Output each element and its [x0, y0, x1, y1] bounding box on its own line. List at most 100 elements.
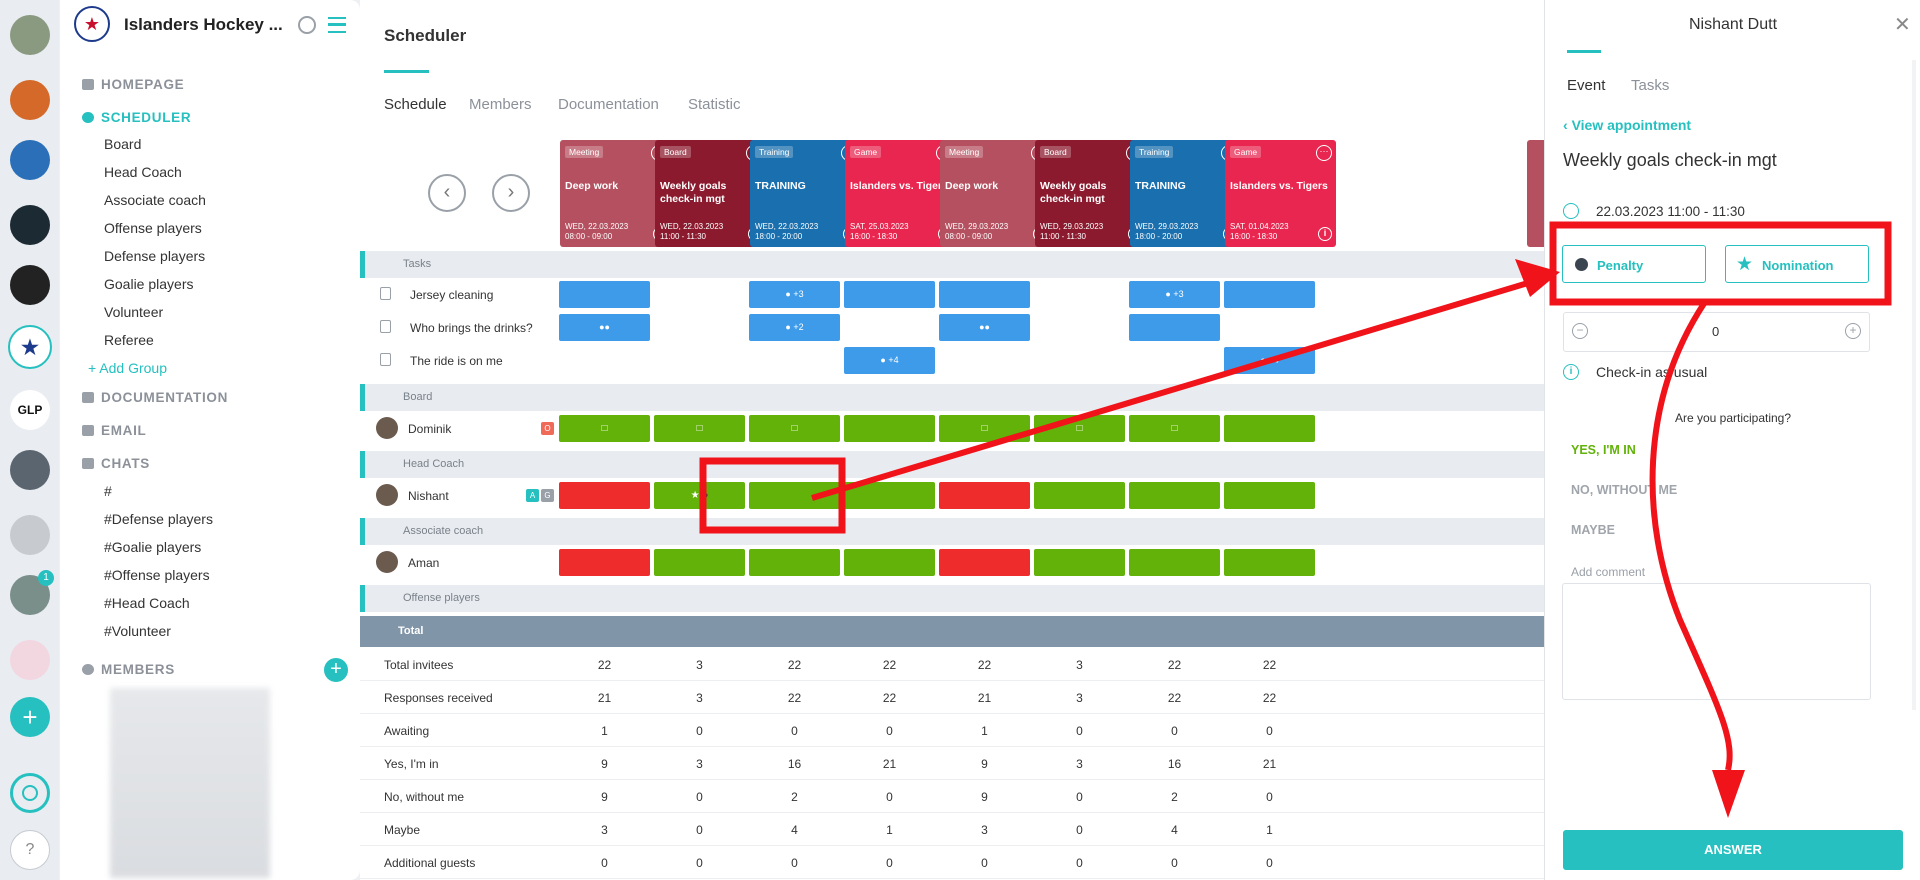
tab-tasks[interactable]: Tasks	[1631, 77, 1669, 94]
availability-cell[interactable]	[559, 549, 650, 576]
workspace-avatar[interactable]	[10, 205, 50, 245]
next-week-button[interactable]: ›	[492, 174, 530, 212]
gear-icon[interactable]	[298, 16, 316, 34]
tab-documentation[interactable]: Documentation	[558, 96, 659, 113]
guests-stepper[interactable]: − 0 +	[1563, 312, 1870, 352]
nav-homepage[interactable]: HOMEPAGE	[82, 77, 184, 92]
workspace-avatar[interactable]	[10, 265, 50, 305]
group-head-coach[interactable]: Head Coach	[104, 164, 182, 180]
penalty-button[interactable]: Penalty	[1562, 245, 1706, 283]
section-associate-coach[interactable]: Associate coach	[360, 518, 1544, 545]
add-workspace-icon[interactable]: +	[10, 697, 50, 737]
member-name[interactable]: Dominik	[408, 422, 451, 436]
close-icon[interactable]: ✕	[1894, 12, 1911, 37]
availability-cell[interactable]	[1129, 549, 1220, 576]
tab-statistic[interactable]: Statistic	[688, 96, 741, 113]
chat-channel[interactable]: #Goalie players	[104, 539, 201, 555]
menu-icon[interactable]	[328, 17, 346, 33]
workspace-avatar-active[interactable]: ★	[8, 325, 52, 369]
availability-cell[interactable]: ★ ●	[654, 482, 745, 509]
group-volunteer[interactable]: Volunteer	[104, 304, 163, 320]
availability-cell[interactable]	[1129, 482, 1220, 509]
member-name[interactable]: Nishant	[408, 489, 449, 503]
workspace-avatar[interactable]	[10, 515, 50, 555]
availability-cell[interactable]	[1034, 549, 1125, 576]
tab-schedule[interactable]: Schedule	[384, 96, 447, 113]
more-icon[interactable]: ···	[1316, 145, 1332, 161]
workspace-avatar[interactable]: GLP	[10, 390, 50, 430]
nav-email[interactable]: EMAIL	[82, 423, 147, 438]
availability-cell[interactable]: □	[939, 415, 1030, 442]
chat-channel[interactable]: #	[104, 483, 112, 499]
help-icon[interactable]: ?	[10, 830, 50, 870]
availability-cell[interactable]	[1034, 482, 1125, 509]
view-appointment-link[interactable]: ‹ View appointment	[1563, 117, 1691, 133]
workspace-avatar[interactable]	[10, 640, 50, 680]
availability-cell[interactable]	[1224, 415, 1315, 442]
availability-cell[interactable]	[1224, 482, 1315, 509]
group-associate-coach[interactable]: Associate coach	[104, 192, 206, 208]
plus-icon[interactable]: +	[1845, 323, 1861, 339]
target-icon[interactable]	[10, 773, 50, 813]
task-cell[interactable]	[939, 281, 1030, 308]
availability-cell[interactable]	[1224, 549, 1315, 576]
section-board[interactable]: Board	[360, 384, 1544, 411]
workspace-avatar[interactable]	[10, 450, 50, 490]
task-cell[interactable]: ● +4	[844, 347, 935, 374]
availability-cell[interactable]	[939, 482, 1030, 509]
availability-cell[interactable]: □	[559, 415, 650, 442]
availability-cell[interactable]	[844, 415, 935, 442]
task-cell[interactable]	[1224, 281, 1315, 308]
task-cell[interactable]: ● +4	[1224, 347, 1315, 374]
panel-scrollbar[interactable]	[1912, 60, 1916, 710]
info-icon[interactable]: i	[1318, 227, 1332, 241]
task-cell[interactable]: ● +3	[749, 281, 840, 308]
add-member-icon[interactable]: +	[324, 658, 348, 682]
prev-week-button[interactable]: ‹	[428, 174, 466, 212]
add-group-link[interactable]: + Add Group	[88, 360, 167, 376]
section-offense[interactable]: Offense players	[360, 585, 1544, 612]
nav-documentation[interactable]: DOCUMENTATION	[82, 390, 228, 405]
section-head-coach[interactable]: Head Coach	[360, 451, 1544, 478]
response-no[interactable]: NO, WITHOUT ME	[1571, 483, 1677, 497]
nav-members[interactable]: MEMBERS	[82, 662, 175, 677]
task-cell[interactable]	[1129, 314, 1220, 341]
tab-event[interactable]: Event	[1567, 77, 1605, 94]
group-defense[interactable]: Defense players	[104, 248, 205, 264]
group-goalie[interactable]: Goalie players	[104, 276, 194, 292]
nav-chats[interactable]: CHATS	[82, 456, 150, 471]
response-maybe[interactable]: MAYBE	[1571, 523, 1615, 537]
workspace-avatar[interactable]	[10, 15, 50, 55]
section-total[interactable]: Total	[360, 616, 1544, 647]
chat-channel[interactable]: #Volunteer	[104, 623, 171, 639]
availability-cell[interactable]: □	[1129, 415, 1220, 442]
response-yes[interactable]: YES, I'M IN	[1571, 443, 1636, 457]
availability-cell[interactable]	[654, 549, 745, 576]
task-cell[interactable]: ● +2	[749, 314, 840, 341]
chat-channel[interactable]: #Head Coach	[104, 595, 190, 611]
task-cell[interactable]: ●●	[559, 314, 650, 341]
minus-icon[interactable]: −	[1572, 323, 1588, 339]
chat-channel[interactable]: #Offense players	[104, 567, 210, 583]
comment-input[interactable]	[1562, 583, 1871, 700]
group-referee[interactable]: Referee	[104, 332, 154, 348]
task-cell[interactable]: ●●	[939, 314, 1030, 341]
availability-cell[interactable]: □	[749, 415, 840, 442]
member-name[interactable]: Aman	[408, 556, 439, 570]
workspace-avatar[interactable]	[10, 140, 50, 180]
availability-cell[interactable]: □	[1034, 415, 1125, 442]
chat-channel[interactable]: #Defense players	[104, 511, 213, 527]
nav-scheduler[interactable]: SCHEDULER	[82, 110, 191, 125]
task-cell[interactable]	[559, 281, 650, 308]
availability-cell[interactable]	[844, 549, 935, 576]
task-cell[interactable]: ● +3	[1129, 281, 1220, 308]
section-tasks[interactable]: Tasks	[360, 251, 1544, 278]
workspace-avatar[interactable]	[10, 80, 50, 120]
group-board[interactable]: Board	[104, 136, 141, 152]
event-card[interactable]: Game ··· Islanders vs. Tigers SAT, 01.04.20…	[1225, 140, 1336, 247]
answer-button[interactable]: ANSWER	[1563, 830, 1903, 870]
availability-cell[interactable]: □	[654, 415, 745, 442]
task-cell[interactable]	[844, 281, 935, 308]
availability-cell[interactable]	[559, 482, 650, 509]
availability-cell[interactable]	[939, 549, 1030, 576]
